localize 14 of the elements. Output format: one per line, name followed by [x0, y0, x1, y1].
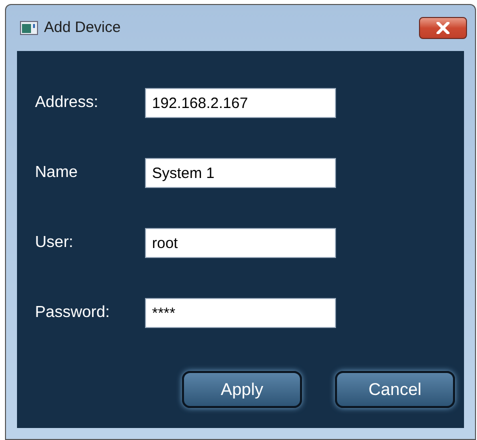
field-label: Name [35, 163, 79, 183]
field-label: User: [35, 233, 74, 253]
window-title: Add Device [44, 18, 121, 38]
input-field[interactable]: **** [145, 298, 336, 328]
dialog-button[interactable]: Cancel [335, 371, 455, 408]
dialog-button[interactable]: Apply [182, 371, 302, 408]
field-label: Address: [35, 93, 100, 113]
input-field[interactable]: root [145, 228, 336, 258]
input-field[interactable]: System 1 [145, 158, 336, 188]
window-icon [20, 21, 38, 35]
input-field[interactable]: 192.168.2.167 [145, 88, 336, 118]
field-label: Password: [35, 303, 111, 323]
close-icon [436, 22, 450, 34]
close-button[interactable] [419, 17, 467, 39]
